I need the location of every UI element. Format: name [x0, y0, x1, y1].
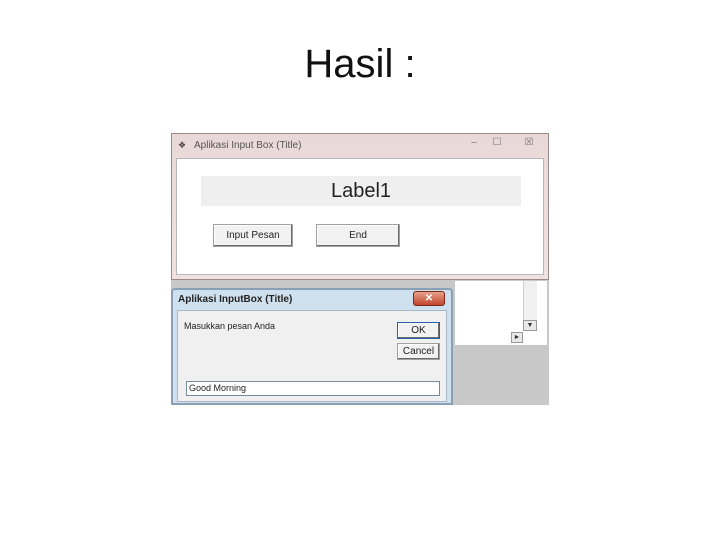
end-button[interactable]: End [316, 224, 400, 247]
input-pesan-button[interactable]: Input Pesan [213, 224, 293, 247]
maximize-icon[interactable]: ☐ [487, 136, 507, 149]
input-box-dialog: Aplikasi InputBox (Title) ✕ Masukkan pes… [171, 288, 453, 405]
slide-title: Hasil : [304, 42, 416, 86]
dialog-client: Masukkan pesan Anda OK Cancel Good Morni… [177, 310, 447, 402]
label1: Label1 [201, 176, 521, 206]
main-window-client: Label1 Input Pesan End [176, 158, 544, 275]
main-window: ❖ Aplikasi Input Box (Title) ‒ ☐ ☒ Label… [171, 133, 549, 280]
scroll-right-icon[interactable]: ► [511, 332, 523, 343]
close-icon[interactable]: ☒ [518, 136, 540, 149]
screenshot-area: ❖ Aplikasi Input Box (Title) ‒ ☐ ☒ Label… [171, 133, 549, 405]
scroll-down-icon[interactable]: ▼ [523, 320, 537, 331]
main-window-title: Aplikasi Input Box (Title) [194, 140, 302, 151]
message-input[interactable]: Good Morning [186, 381, 440, 396]
ok-button[interactable]: OK [397, 322, 440, 339]
main-window-titlebar[interactable]: ❖ Aplikasi Input Box (Title) ‒ ☐ ☒ [172, 134, 548, 156]
app-icon: ❖ [178, 140, 187, 150]
dialog-title: Aplikasi InputBox (Title) [178, 294, 293, 305]
dialog-titlebar[interactable]: Aplikasi InputBox (Title) ✕ [173, 290, 451, 308]
dialog-close-icon[interactable]: ✕ [413, 291, 445, 306]
minimize-icon[interactable]: ‒ [464, 136, 484, 149]
cancel-button[interactable]: Cancel [397, 343, 440, 360]
dialog-prompt: Masukkan pesan Anda [184, 321, 276, 331]
